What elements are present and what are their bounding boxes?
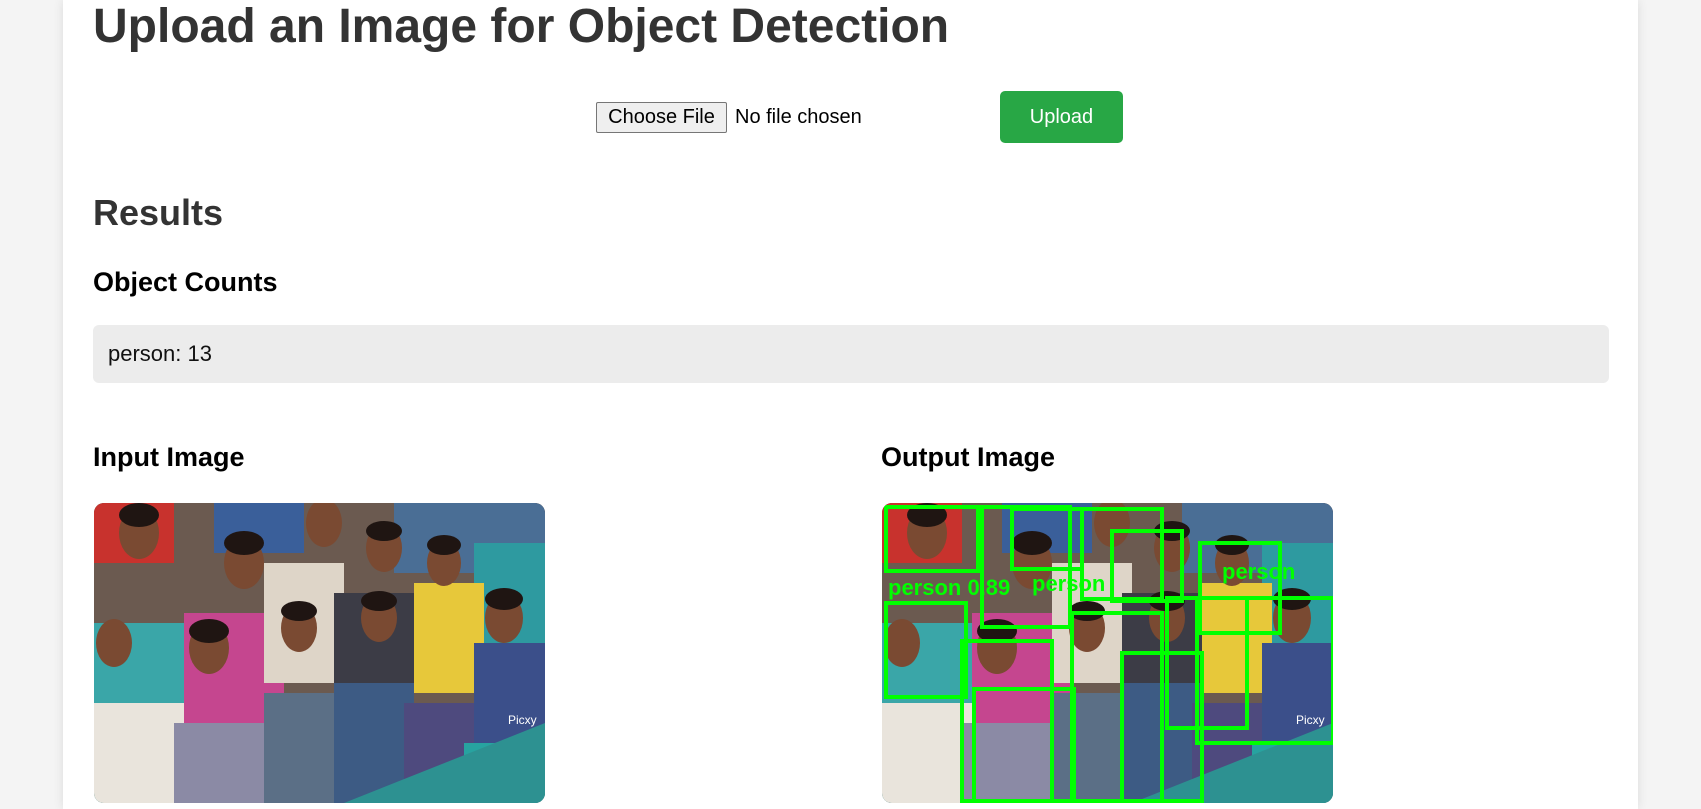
upload-button[interactable]: Upload [1000, 91, 1123, 143]
page-title: Upload an Image for Object Detection [93, 0, 950, 53]
watermark-text: Picxy [508, 713, 537, 727]
object-counts-box: person: 13 [93, 325, 1609, 383]
upload-form: Choose File No file chosen Upload [596, 91, 1196, 143]
detection-label: person [1222, 559, 1295, 584]
choose-file-button[interactable]: Choose File [596, 102, 727, 133]
detection-label: person [1032, 571, 1105, 596]
output-image: Picxy person 0.89 person person [882, 503, 1333, 803]
input-image-heading: Input Image [93, 442, 245, 472]
output-image-canvas: Picxy person 0.89 person person [882, 503, 1333, 803]
output-image-heading: Output Image [881, 442, 1055, 472]
main-card: Upload an Image for Object Detection Cho… [63, 0, 1638, 809]
watermark-text-output: Picxy [1296, 713, 1325, 727]
input-image: Picxy [94, 503, 545, 803]
count-item-person: person: 13 [108, 341, 212, 366]
detection-label: person 0.89 [888, 575, 1010, 600]
input-image-canvas: Picxy [94, 503, 545, 803]
object-counts-heading: Object Counts [93, 267, 278, 297]
file-status-text: No file chosen [735, 106, 862, 128]
results-heading: Results [93, 192, 224, 233]
